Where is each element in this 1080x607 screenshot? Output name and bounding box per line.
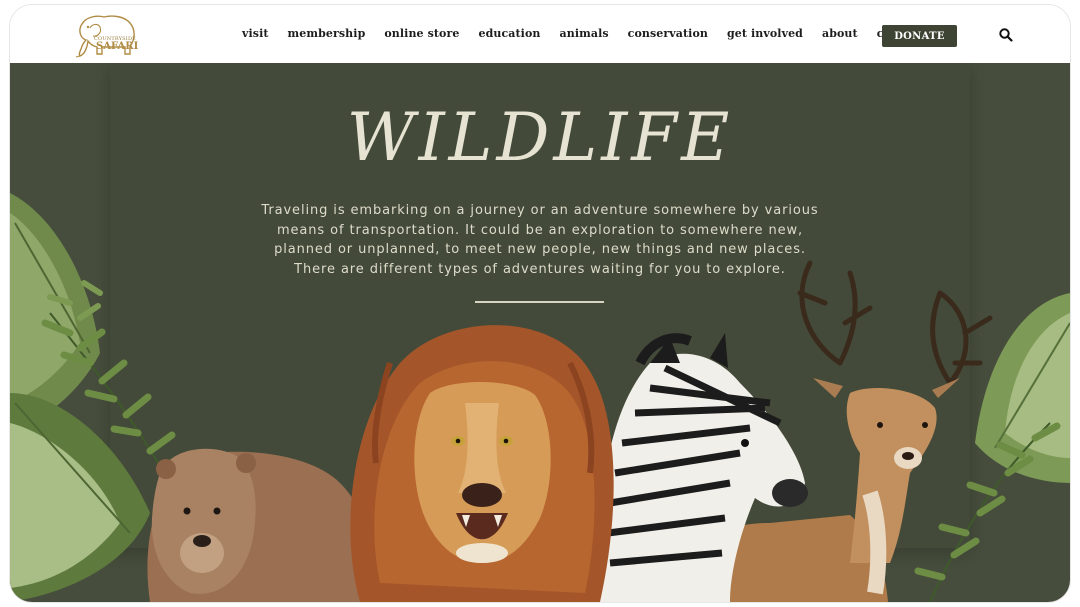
nav-item-animals[interactable]: animals	[560, 27, 609, 40]
donate-button[interactable]: DONATE	[882, 25, 957, 47]
page-frame: COUNTRYSIDE SAFARI visit membership onli…	[10, 5, 1070, 602]
logo-text-main: SAFARI	[96, 41, 139, 52]
palm-leaf-left	[10, 193, 150, 602]
nav-item-visit[interactable]: visit	[242, 27, 269, 40]
lion	[350, 325, 614, 602]
nav-item-education[interactable]: education	[478, 27, 540, 40]
hero-section: WILDLIFE Traveling is embarking on a jou…	[10, 63, 1070, 602]
site-header: COUNTRYSIDE SAFARI visit membership onli…	[10, 5, 1070, 63]
nav-item-online-store[interactable]: online store	[384, 27, 459, 40]
wildlife-illustration	[10, 193, 1070, 602]
main-nav: visit membership online store education …	[242, 27, 942, 40]
nav-item-about[interactable]: about	[822, 27, 858, 40]
bear	[147, 448, 382, 602]
site-logo[interactable]: COUNTRYSIDE SAFARI	[72, 10, 142, 60]
nav-item-membership[interactable]: membership	[288, 27, 366, 40]
nav-item-conservation[interactable]: conservation	[628, 27, 708, 40]
search-icon[interactable]	[998, 27, 1014, 43]
elephant-icon	[75, 15, 135, 58]
nav-item-get-involved[interactable]: get involved	[727, 27, 803, 40]
